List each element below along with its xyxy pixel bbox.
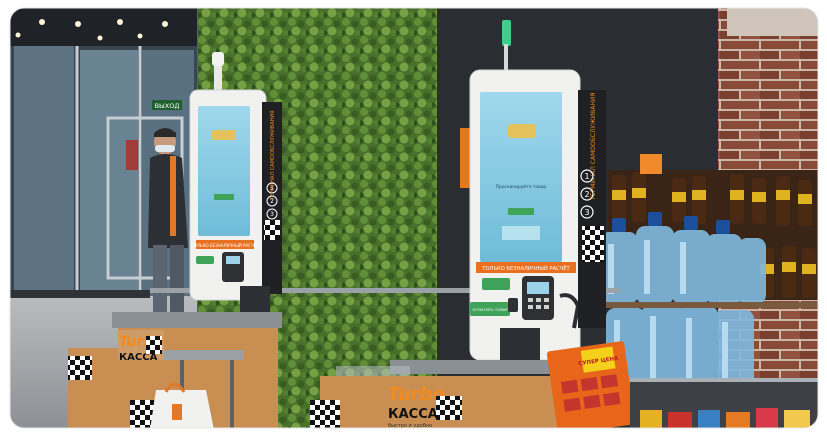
barrier-rail <box>10 290 150 298</box>
screen-prompt: Просканируйте товар <box>496 183 547 190</box>
shelf-price-tag <box>640 154 662 174</box>
promo-leaflet: СУПЕР ЦЕНА <box>546 341 636 428</box>
receipt-slot <box>508 298 518 312</box>
step-2: 2 <box>270 198 274 205</box>
status-light <box>502 20 511 46</box>
step-2: 2 <box>584 190 589 199</box>
step-1: 1 <box>270 185 274 192</box>
checker-flag-icon <box>68 356 92 380</box>
step-3: 3 <box>270 211 274 218</box>
checker-flag-icon <box>436 396 462 420</box>
kiosk-right-side-text: ТЕРМИНАЛ САМООБСЛУЖИВАНИЯ <box>590 92 597 201</box>
ceiling <box>10 8 200 46</box>
checker-flag-icon <box>582 226 604 262</box>
store-scene: ВЫХОД ТОЛЬКО БЕЗНАЛИЧНЫЙ РАСЧЁТ ТЕРМИНАЛ… <box>9 7 819 429</box>
counter-right: Turbo КАССА быстро и удобно <box>310 360 590 428</box>
green-button-label: ОПЛАТИТЬ ТОВАР <box>472 307 508 312</box>
status-light-pole <box>504 44 508 72</box>
screen-action-button[interactable] <box>508 208 534 215</box>
checker-flag-icon <box>310 400 340 428</box>
kiosk-left-pay-button[interactable] <box>196 256 214 264</box>
step-1: 1 <box>584 172 589 181</box>
checker-flag-icon <box>264 220 280 240</box>
store-photo: ВЫХОД ТОЛЬКО БЕЗНАЛИЧНЫЙ РАСЧЁТ ТЕРМИНАЛ… <box>0 0 827 433</box>
checker-flag-icon <box>130 400 154 428</box>
face-mask-icon <box>155 145 175 152</box>
kiosk-right-banner-text: ТОЛЬКО БЕЗНАЛИЧНЫЙ РАСЧЁТ <box>481 265 570 272</box>
kiosk-left-banner-text: ТОЛЬКО БЕЗНАЛИЧНЫЙ РАСЧЁТ <box>190 243 259 248</box>
kiosk-right-pay-button[interactable] <box>482 278 510 290</box>
checker-flag-icon <box>146 336 162 354</box>
exit-sign-text: ВЫХОД <box>155 102 180 110</box>
snack-stand <box>630 378 818 428</box>
kiosk-left-stand <box>240 286 270 316</box>
kiosk-left-screen[interactable] <box>198 106 250 236</box>
screen-illustration <box>508 124 536 138</box>
counter-right-brand-bottom: КАССА <box>388 407 438 422</box>
step-3: 3 <box>584 208 589 217</box>
